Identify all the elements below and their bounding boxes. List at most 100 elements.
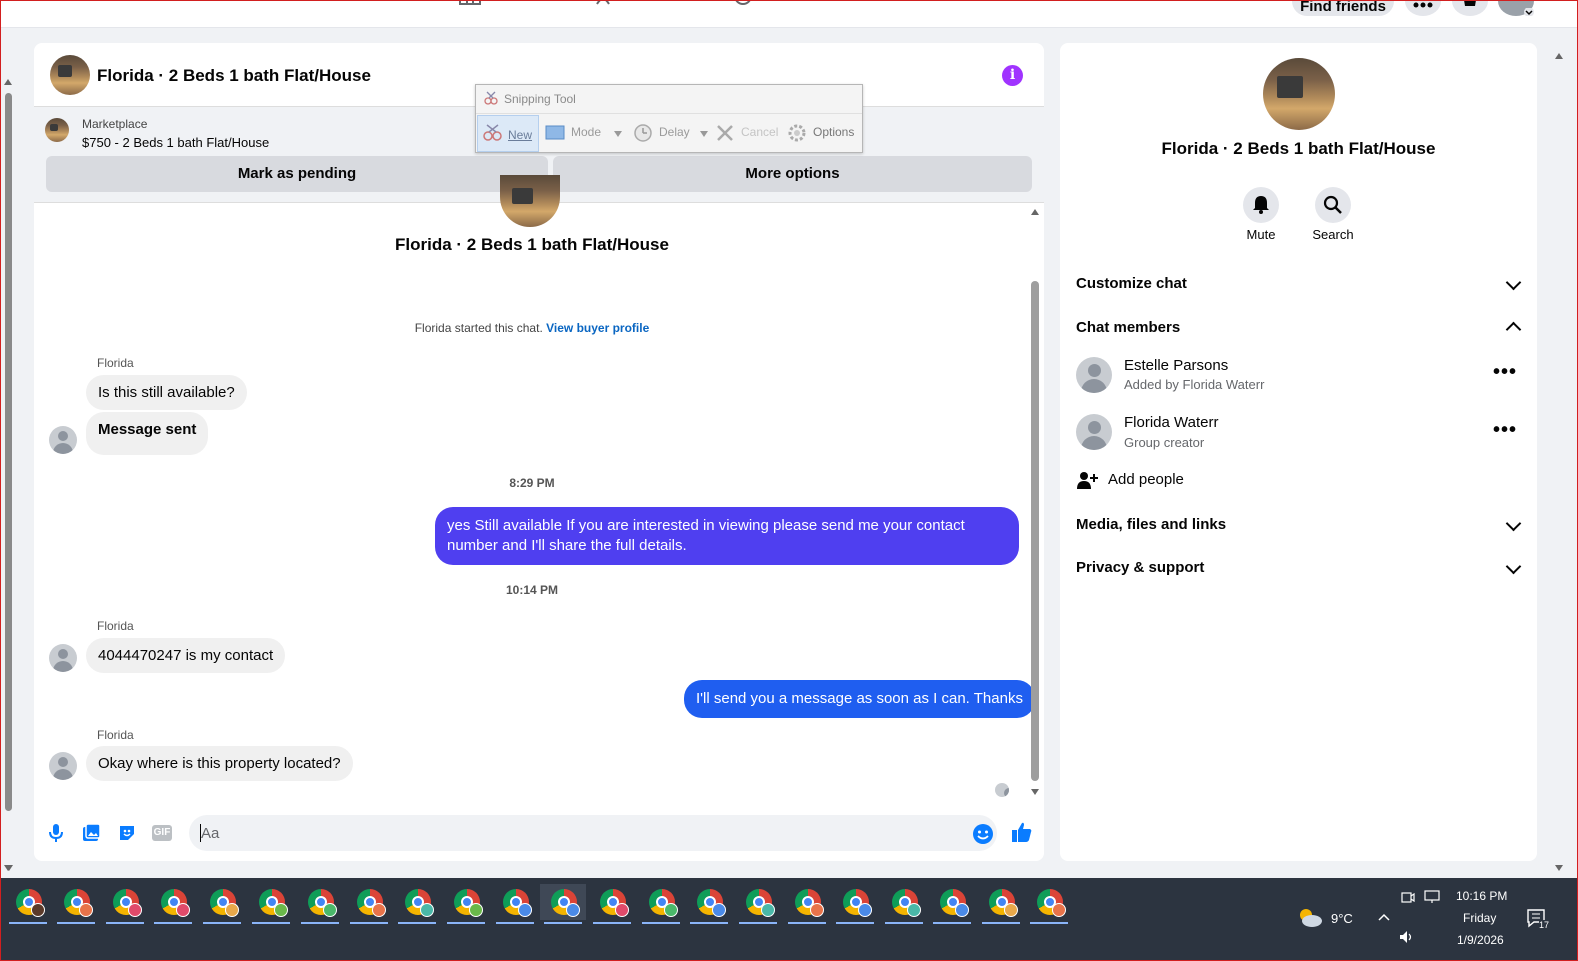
taskbar-chrome-app[interactable]: [199, 884, 245, 924]
view-buyer-profile-link[interactable]: View buyer profile: [546, 321, 649, 335]
group-avatar[interactable]: [1263, 58, 1335, 130]
search-button[interactable]: [1315, 187, 1351, 223]
listing-avatar[interactable]: [50, 55, 90, 95]
taskbar-chrome-app[interactable]: [881, 884, 927, 924]
clock-day[interactable]: Friday: [1463, 911, 1496, 925]
sender-avatar[interactable]: [49, 752, 77, 780]
add-people-button[interactable]: Add people: [1108, 471, 1184, 488]
marketplace-nav-icon[interactable]: [459, 0, 481, 6]
meeting-icon[interactable]: [1401, 890, 1415, 904]
more-options-button[interactable]: More options: [553, 156, 1032, 192]
thread-scroll-down-icon[interactable]: [1031, 789, 1039, 795]
left-scroll-down-icon[interactable]: [5, 865, 13, 871]
mode-icon[interactable]: [545, 125, 565, 140]
clock-date[interactable]: 1/9/2026: [1457, 933, 1504, 947]
media-files-links-row[interactable]: Media, files and links: [1076, 516, 1226, 533]
message-input[interactable]: Aa: [189, 815, 997, 851]
thread-scrollbar-thumb[interactable]: [1031, 281, 1039, 781]
find-friends-button[interactable]: Find friends: [1292, 0, 1394, 16]
volume-icon[interactable]: [1399, 930, 1415, 944]
chevron-down-icon[interactable]: [1505, 515, 1522, 532]
listing-thumbnail[interactable]: [45, 118, 69, 142]
customize-chat-row[interactable]: Customize chat: [1076, 275, 1187, 292]
network-icon[interactable]: [1424, 890, 1440, 904]
right-scroll-down-icon[interactable]: [1555, 865, 1563, 871]
sender-avatar[interactable]: [49, 644, 77, 672]
member-options-icon[interactable]: •••: [1493, 361, 1517, 384]
taskbar-chrome-app[interactable]: [443, 884, 489, 924]
taskbar-chrome-app[interactable]: [978, 884, 1024, 924]
add-person-icon[interactable]: [1076, 471, 1098, 489]
delay-clock-icon[interactable]: [633, 123, 653, 143]
taskbar-chrome-app[interactable]: [832, 884, 878, 924]
page-scrollbar-thumb[interactable]: [5, 93, 12, 811]
temperature[interactable]: 9°C: [1331, 911, 1353, 926]
taskbar-chrome-app[interactable]: [929, 884, 975, 924]
member-avatar[interactable]: [1076, 414, 1112, 450]
taskbar-chrome-app[interactable]: [1026, 884, 1072, 924]
right-scroll-up-icon[interactable]: [1555, 53, 1563, 59]
taskbar-chrome-app[interactable]: [346, 884, 392, 924]
notifications-button[interactable]: [1452, 0, 1488, 16]
member-name[interactable]: Florida Waterr: [1124, 414, 1218, 431]
chevron-down-icon[interactable]: [1505, 274, 1522, 291]
mode-label[interactable]: Mode: [571, 125, 601, 139]
delay-label[interactable]: Delay: [659, 125, 690, 139]
taskbar-chrome-app[interactable]: [784, 884, 830, 924]
member-options-icon[interactable]: •••: [1493, 419, 1517, 442]
taskbar-chrome-app[interactable]: [53, 884, 99, 924]
thread-scroll-up-icon[interactable]: [1031, 209, 1039, 215]
sticker-icon[interactable]: [117, 823, 137, 843]
new-snip-button[interactable]: New: [477, 115, 539, 152]
taskbar-chrome-app[interactable]: [248, 884, 294, 924]
chevron-down-icon[interactable]: [1505, 558, 1522, 575]
delay-dropdown-icon[interactable]: [700, 131, 708, 137]
thumbs-up-icon[interactable]: [1011, 821, 1033, 843]
weather-icon[interactable]: [1297, 906, 1323, 928]
sender-avatar[interactable]: [49, 426, 77, 454]
chat-members-row[interactable]: Chat members: [1076, 319, 1180, 336]
taskbar-chrome-app[interactable]: [492, 884, 538, 924]
emoji-icon[interactable]: [972, 823, 994, 845]
page-scrollbar[interactable]: [3, 75, 13, 875]
outgoing-message[interactable]: I'll send you a message as soon as I can…: [684, 680, 1035, 718]
friends-nav-icon[interactable]: [595, 0, 617, 6]
mode-dropdown-icon[interactable]: [614, 131, 622, 137]
account-avatar[interactable]: [1498, 0, 1534, 16]
show-hidden-icons-chevron-icon[interactable]: [1377, 912, 1391, 922]
groups-nav-icon[interactable]: [732, 0, 754, 6]
taskbar-chrome-app[interactable]: [102, 884, 148, 924]
privacy-support-row[interactable]: Privacy & support: [1076, 559, 1204, 576]
mute-button[interactable]: [1243, 187, 1279, 223]
taskbar-chrome-app-active[interactable]: [540, 884, 586, 924]
incoming-message[interactable]: Okay where is this property located?: [86, 746, 353, 781]
taskbar-chrome-app[interactable]: [589, 884, 635, 924]
taskbar-chrome-app[interactable]: [394, 884, 440, 924]
info-icon[interactable]: i: [1002, 65, 1023, 86]
outgoing-message[interactable]: yes Still available If you are intereste…: [435, 507, 1019, 565]
mark-as-pending-button[interactable]: Mark as pending: [46, 156, 548, 192]
taskbar-chrome-app[interactable]: [686, 884, 732, 924]
photo-icon[interactable]: [81, 823, 101, 843]
listing-price[interactable]: $750 - 2 Beds 1 bath Flat/House: [82, 135, 269, 150]
taskbar-chrome-app[interactable]: [297, 884, 343, 924]
options-gear-icon[interactable]: [787, 123, 807, 143]
clock-time[interactable]: 10:16 PM: [1456, 889, 1507, 903]
incoming-message[interactable]: Is this still available?: [86, 375, 247, 410]
gif-icon[interactable]: GIF: [152, 825, 172, 841]
chevron-up-icon[interactable]: [1505, 321, 1522, 338]
menu-grid-button[interactable]: [1405, 0, 1441, 16]
chat-title[interactable]: Florida · 2 Beds 1 bath Flat/House: [97, 66, 371, 86]
options-label[interactable]: Options: [813, 125, 854, 139]
member-name[interactable]: Estelle Parsons: [1124, 357, 1228, 374]
thread-scrollbar[interactable]: [1030, 209, 1040, 799]
scroll-up-arrow-icon[interactable]: [4, 79, 12, 85]
taskbar-chrome-app[interactable]: [735, 884, 781, 924]
taskbar-chrome-app[interactable]: [638, 884, 684, 924]
incoming-message[interactable]: Message sent: [86, 412, 209, 455]
incoming-message[interactable]: 4044470247 is my contact: [86, 638, 286, 673]
member-avatar[interactable]: [1076, 357, 1112, 393]
taskbar-chrome-app[interactable]: [150, 884, 196, 924]
microphone-icon[interactable]: [46, 823, 66, 843]
taskbar-chrome-app[interactable]: [5, 884, 51, 924]
